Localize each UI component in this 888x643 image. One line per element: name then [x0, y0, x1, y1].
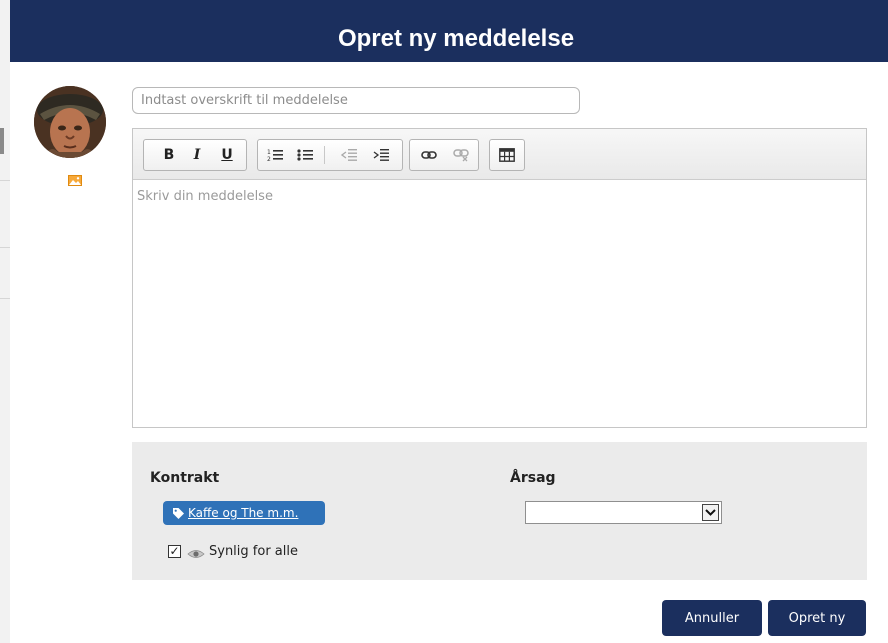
- italic-icon[interactable]: I: [184, 140, 210, 170]
- cancel-button[interactable]: Annuller: [662, 600, 762, 636]
- details-panel: Kontrakt Kaffe og The m.m. ✓ Synlig for …: [132, 442, 867, 580]
- reason-select[interactable]: [525, 501, 722, 524]
- visible-checkbox[interactable]: ✓: [168, 544, 181, 558]
- contract-label: Kontrakt: [150, 470, 220, 486]
- outdent-icon[interactable]: [336, 140, 362, 170]
- chevron-down-icon[interactable]: [702, 504, 719, 521]
- background-divider: [0, 298, 10, 299]
- bullet-list-icon[interactable]: [292, 140, 318, 170]
- toolbar-separator: [324, 146, 325, 164]
- bold-icon[interactable]: B: [156, 140, 182, 170]
- table-group: [489, 139, 525, 171]
- create-message-dialog: Opret ny meddelelse B I U: [10, 0, 888, 643]
- image-icon[interactable]: [68, 175, 82, 186]
- subject-input[interactable]: [132, 87, 580, 114]
- format-group: B I U: [143, 139, 247, 171]
- contract-tag-label: Kaffe og The m.m.: [188, 506, 299, 520]
- link-icon[interactable]: [416, 140, 442, 170]
- dialog-title: Opret ny meddelelse: [337, 25, 575, 52]
- svg-text:2: 2: [267, 156, 271, 162]
- indent-icon[interactable]: [368, 140, 394, 170]
- background-divider: [0, 247, 10, 248]
- tag-icon: [173, 507, 184, 519]
- reason-label: Årsag: [510, 470, 556, 486]
- visible-label: Synlig for alle: [209, 543, 298, 559]
- rich-text-editor: B I U 12 Skriv din meddelelse: [132, 128, 867, 428]
- ordered-list-icon[interactable]: 12: [262, 140, 288, 170]
- list-indent-group: 12: [257, 139, 403, 171]
- visibility-row: ✓ Synlig for alle: [168, 542, 298, 560]
- underline-icon[interactable]: U: [214, 140, 240, 170]
- avatar[interactable]: [34, 86, 106, 158]
- background-marker: [0, 128, 4, 154]
- unlink-icon[interactable]: [448, 140, 474, 170]
- message-body-input[interactable]: Skriv din meddelelse: [133, 180, 866, 427]
- editor-toolbar: B I U 12: [133, 129, 866, 180]
- background-divider: [0, 180, 10, 181]
- link-group: [409, 139, 479, 171]
- table-icon[interactable]: [494, 140, 520, 170]
- dialog-header: Opret ny meddelelse: [10, 0, 888, 62]
- eye-icon: [187, 550, 205, 558]
- contract-tag[interactable]: Kaffe og The m.m.: [163, 501, 325, 525]
- create-button[interactable]: Opret ny: [768, 600, 866, 636]
- svg-text:1: 1: [267, 149, 271, 156]
- avatar-image: [34, 86, 106, 158]
